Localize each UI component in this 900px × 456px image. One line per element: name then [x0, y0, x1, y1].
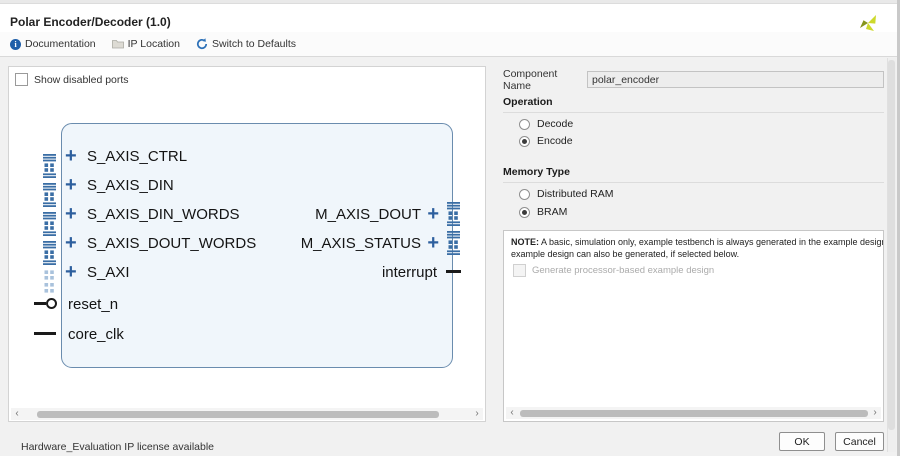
port-label: S_AXIS_CTRL — [87, 148, 187, 165]
ip-location-button[interactable]: IP Location — [112, 38, 180, 50]
radio-circle-icon[interactable] — [519, 119, 530, 130]
ok-button[interactable]: OK — [779, 432, 825, 451]
interface-pins-icon — [43, 154, 56, 178]
scrollbar-thumb[interactable] — [888, 60, 895, 430]
checkbox-box[interactable] — [15, 73, 28, 86]
interface-pins-icon — [447, 202, 460, 226]
license-status-text: Hardware_Evaluation IP license available — [21, 441, 214, 453]
expand-plus-icon[interactable]: + — [421, 232, 439, 254]
interface-pins-icon — [447, 231, 460, 255]
toolbar: i Documentation IP Location Switch to De… — [0, 32, 900, 57]
active-low-bubble-icon — [46, 298, 57, 309]
interface-pins-disabled-icon — [43, 270, 56, 294]
folder-icon — [112, 39, 124, 49]
interface-pins-icon — [43, 183, 56, 207]
port-row: reset_n — [68, 292, 118, 316]
reset-stub-line — [34, 302, 46, 305]
generate-example-checkbox: Generate processor-based example design — [513, 264, 714, 277]
checkbox-disabled-box — [513, 264, 526, 277]
show-disabled-ports-label: Show disabled ports — [34, 74, 129, 86]
port-label: S_AXI — [87, 264, 130, 281]
section-heading-memory-type: Memory Type — [503, 166, 884, 183]
radio-encode[interactable]: Encode — [519, 134, 573, 148]
ip-location-label: IP Location — [128, 38, 180, 50]
radio-decode[interactable]: Decode — [519, 117, 573, 131]
port-row: core_clk — [68, 322, 124, 346]
expand-plus-icon[interactable]: + — [65, 261, 87, 283]
scrollbar-thumb[interactable] — [520, 410, 868, 417]
interface-pins-icon — [43, 241, 56, 265]
section-heading-operation: Operation — [503, 96, 884, 113]
interrupt-stub-line — [446, 270, 461, 273]
expand-plus-icon[interactable]: + — [421, 203, 439, 225]
port-label: M_AXIS_DOUT — [315, 206, 421, 223]
interface-pins-icon — [43, 212, 56, 236]
documentation-button[interactable]: i Documentation — [10, 38, 96, 50]
radio-distributed-ram[interactable]: Distributed RAM — [519, 187, 613, 201]
expand-plus-icon[interactable]: + — [65, 174, 87, 196]
note-prefix: NOTE: — [511, 237, 539, 247]
show-disabled-ports-checkbox[interactable]: Show disabled ports — [15, 73, 129, 86]
note-text-line1: NOTE: A basic, simulation only, example … — [511, 237, 884, 247]
radio-label: Distributed RAM — [537, 188, 613, 200]
port-row: + S_AXIS_DIN — [65, 173, 174, 197]
diagram-h-scrollbar[interactable]: ‹ › — [11, 408, 483, 420]
clock-stub-line — [34, 332, 56, 335]
documentation-label: Documentation — [25, 38, 96, 50]
radio-circle-selected-icon[interactable] — [519, 136, 530, 147]
scroll-right-icon[interactable]: › — [869, 407, 881, 419]
port-label: S_AXIS_DIN — [87, 177, 174, 194]
generate-example-label: Generate processor-based example design — [532, 265, 714, 276]
switch-to-defaults-label: Switch to Defaults — [212, 38, 296, 50]
port-row: interrupt — [209, 260, 437, 284]
port-label: interrupt — [382, 264, 437, 281]
radio-label: Encode — [537, 135, 573, 147]
port-row: + S_AXI — [65, 260, 130, 284]
radio-bram[interactable]: BRAM — [519, 205, 567, 219]
radio-circle-icon[interactable] — [519, 189, 530, 200]
component-name-label: Component Name — [503, 68, 587, 92]
refresh-icon — [196, 38, 208, 50]
info-icon: i — [10, 39, 21, 50]
scroll-left-icon[interactable]: ‹ — [506, 407, 518, 419]
example-design-note-box: NOTE: A basic, simulation only, example … — [503, 230, 884, 422]
switch-to-defaults-button[interactable]: Switch to Defaults — [196, 38, 296, 50]
note-h-scrollbar[interactable]: ‹ › — [506, 407, 881, 419]
title-bar: Polar Encoder/Decoder (1.0) — [0, 4, 900, 32]
port-row: M_AXIS_DOUT + — [209, 202, 439, 226]
component-name-input[interactable] — [587, 71, 884, 88]
port-label: M_AXIS_STATUS — [301, 235, 421, 252]
note-text-line2: example design can also be generated, if… — [511, 249, 739, 259]
expand-plus-icon[interactable]: + — [65, 145, 87, 167]
cancel-button[interactable]: Cancel — [835, 432, 884, 451]
radio-circle-selected-icon[interactable] — [519, 207, 530, 218]
expand-plus-icon[interactable]: + — [65, 203, 87, 225]
port-label: core_clk — [68, 326, 124, 343]
component-name-row: Component Name — [503, 71, 884, 88]
page-title: Polar Encoder/Decoder (1.0) — [10, 15, 171, 29]
port-row: + S_AXIS_CTRL — [65, 144, 187, 168]
radio-label: Decode — [537, 118, 573, 130]
scroll-left-icon[interactable]: ‹ — [11, 408, 23, 420]
expand-plus-icon[interactable]: + — [65, 232, 87, 254]
scroll-right-icon[interactable]: › — [471, 408, 483, 420]
port-row: M_AXIS_STATUS + — [209, 231, 439, 255]
port-label: reset_n — [68, 296, 118, 313]
radio-label: BRAM — [537, 206, 567, 218]
block-diagram-panel: Show disabled ports + S_AXIS_CTRL + S_AX… — [8, 66, 486, 422]
scrollbar-thumb[interactable] — [37, 411, 439, 418]
xilinx-logo-icon — [858, 12, 878, 34]
